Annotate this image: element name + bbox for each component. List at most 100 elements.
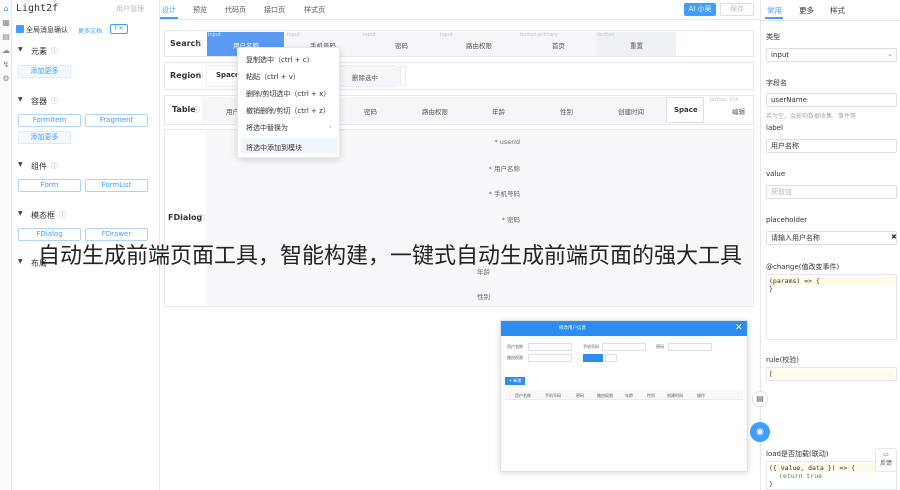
field-password[interactable]: * 密码 xyxy=(390,214,520,224)
component-form[interactable]: Form xyxy=(18,179,81,192)
caret-down-icon[interactable]: ▼ xyxy=(18,258,23,265)
menu-add-to-module[interactable]: 将选中添加到模块 xyxy=(246,143,302,153)
tab-preview[interactable]: 预览 xyxy=(193,5,207,15)
home-icon[interactable]: ⌂ xyxy=(1,4,11,14)
preview-input[interactable] xyxy=(668,343,712,351)
document-icon[interactable]: ▤ xyxy=(752,391,768,407)
group-widgets-title: 组件 xyxy=(31,162,47,171)
caret-down-icon[interactable]: ▼ xyxy=(18,161,23,168)
preview-label-password: 密码 xyxy=(656,344,664,349)
table-col-password[interactable]: 密码 xyxy=(364,106,377,116)
table-col-route[interactable]: 路由权限 xyxy=(422,106,448,116)
value-input[interactable]: 获取值 xyxy=(766,185,897,199)
field-name-input[interactable]: userName xyxy=(766,93,897,107)
overlay-caption: 自动生成前端页面工具，智能构建，一键式自动生成前端页面的强大工具 xyxy=(38,244,743,269)
tag-f[interactable]: f ✕ xyxy=(110,24,128,34)
global-msg-checkbox[interactable] xyxy=(16,25,24,33)
search-cell-route[interactable]: 路由权限 xyxy=(466,40,492,50)
help-icon: ⓘ xyxy=(198,214,205,222)
cell-type-hint: input xyxy=(287,32,300,38)
component-formlist[interactable]: FormList xyxy=(85,179,148,192)
menu-undo[interactable]: 撤销删除/剪切（ctrl + z） xyxy=(246,106,330,116)
cell-type-hint: button xyxy=(598,32,615,38)
preview-search-button[interactable] xyxy=(583,354,603,362)
onchange-editor[interactable]: (params) => { } xyxy=(766,274,897,340)
tab-api[interactable]: 接口页 xyxy=(264,5,285,15)
feedback-button[interactable]: ▭ 反馈 xyxy=(875,448,897,472)
close-icon[interactable]: ✕ xyxy=(735,323,743,333)
delete-selected-button[interactable]: 删除选中 xyxy=(352,72,378,82)
preview-table-header xyxy=(505,390,743,400)
cell-type-hint: input xyxy=(363,32,376,38)
group-elements-title: 元素 xyxy=(31,47,47,56)
help-icon: ⓘ xyxy=(196,40,203,48)
chevron-right-icon: › xyxy=(329,123,332,131)
menu-replace[interactable]: 将选中替换为 xyxy=(246,123,288,133)
help-icon: ⓘ xyxy=(51,97,58,105)
preview-reset-button[interactable] xyxy=(605,354,617,362)
cloud-icon[interactable]: ☁ xyxy=(1,46,11,56)
table-col-gender[interactable]: 性别 xyxy=(560,106,573,116)
preview-window: 修改用户信息 ✕ 用户名称 手机号码 密码 路由权限 + 新增 用户名称 手机号… xyxy=(500,320,748,472)
reset-button[interactable]: 重置 xyxy=(630,40,643,50)
table-col-age[interactable]: 年龄 xyxy=(492,106,505,116)
ai-button[interactable]: AI 小吴 xyxy=(684,3,716,16)
tab-style[interactable]: 样式页 xyxy=(304,5,325,15)
type-select[interactable]: input xyxy=(766,48,897,62)
add-more-elements-button[interactable]: 添加更多 xyxy=(18,65,71,78)
component-fragment[interactable]: Fragment xyxy=(85,114,148,127)
add-more-containers-button[interactable]: 添加更多 xyxy=(18,131,71,144)
menu-cut[interactable]: 删除/剪切选中（ctrl + x） xyxy=(246,89,330,99)
gear-icon[interactable]: ⚙ xyxy=(1,74,11,84)
global-msg-label: 全局消息确认 xyxy=(26,26,68,34)
component-icon[interactable]: ▦ xyxy=(1,18,11,28)
field-gender[interactable]: 性别 xyxy=(390,291,490,301)
search-cell-password[interactable]: 密码 xyxy=(395,40,408,50)
preview-col: 路由权限 xyxy=(597,393,613,398)
preview-label-route: 路由权限 xyxy=(507,355,523,360)
preview-input[interactable] xyxy=(528,354,572,362)
eye-icon[interactable]: ◉ xyxy=(750,422,770,442)
tab-more[interactable]: 更多 xyxy=(799,5,814,16)
app-title: Light2f xyxy=(16,3,59,14)
component-formitem[interactable]: FormItem xyxy=(18,114,81,127)
tab-styles[interactable]: 样式 xyxy=(830,5,845,16)
caret-down-icon[interactable]: ▼ xyxy=(18,96,23,103)
drop-slot[interactable] xyxy=(400,66,406,86)
save-button[interactable]: 保存 xyxy=(720,3,754,16)
more-docs-link[interactable]: 更多文档 xyxy=(78,26,102,35)
tab-design[interactable]: 设计 xyxy=(162,5,176,15)
table-icon[interactable]: ▤ xyxy=(1,32,11,42)
menu-paste[interactable]: 粘贴（ctrl + v） xyxy=(246,72,300,82)
menu-copy[interactable]: 复制选中（ctrl + c） xyxy=(246,55,314,65)
top-toolbar: 设计 预览 代码页 接口页 样式页 AI 小吴 保存 xyxy=(160,0,760,20)
clear-icon[interactable]: ✖ xyxy=(891,233,897,241)
code-line: (params) => { xyxy=(769,277,894,285)
user-manage-link[interactable]: 用户管理 xyxy=(116,4,144,14)
preview-header: 修改用户信息 xyxy=(501,321,747,336)
label-input[interactable]: 用户名称 xyxy=(766,139,897,153)
table-edit-link[interactable]: 编辑 xyxy=(732,106,745,116)
help-icon: ⓘ xyxy=(59,211,66,219)
code-line: } xyxy=(769,480,773,488)
preview-col: 性别 xyxy=(647,393,655,398)
rule-editor[interactable]: [ xyxy=(766,367,897,381)
field-username[interactable]: * 用户名称 xyxy=(390,163,520,173)
tag-f-label: f xyxy=(114,25,117,32)
preview-input[interactable] xyxy=(602,343,646,351)
table-col-created[interactable]: 创建时间 xyxy=(618,106,644,116)
close-icon[interactable]: ✕ xyxy=(119,25,124,32)
field-userid[interactable]: * userId xyxy=(390,138,520,146)
tab-code[interactable]: 代码页 xyxy=(225,5,246,15)
caret-down-icon[interactable]: ▼ xyxy=(18,46,23,53)
preview-input[interactable] xyxy=(528,343,572,351)
field-phone[interactable]: * 手机号码 xyxy=(390,188,520,198)
tab-common[interactable]: 常用 xyxy=(767,5,782,16)
preview-label-phone: 手机号码 xyxy=(583,344,599,349)
caret-down-icon[interactable]: ▼ xyxy=(18,210,23,217)
bolt-icon[interactable]: ↯ xyxy=(1,60,11,70)
search-button[interactable]: 首页 xyxy=(552,40,565,50)
placeholder-label: placeholder xyxy=(766,216,808,224)
help-icon: ⓘ xyxy=(193,106,200,114)
preview-add-button[interactable]: + 新增 xyxy=(505,377,525,385)
